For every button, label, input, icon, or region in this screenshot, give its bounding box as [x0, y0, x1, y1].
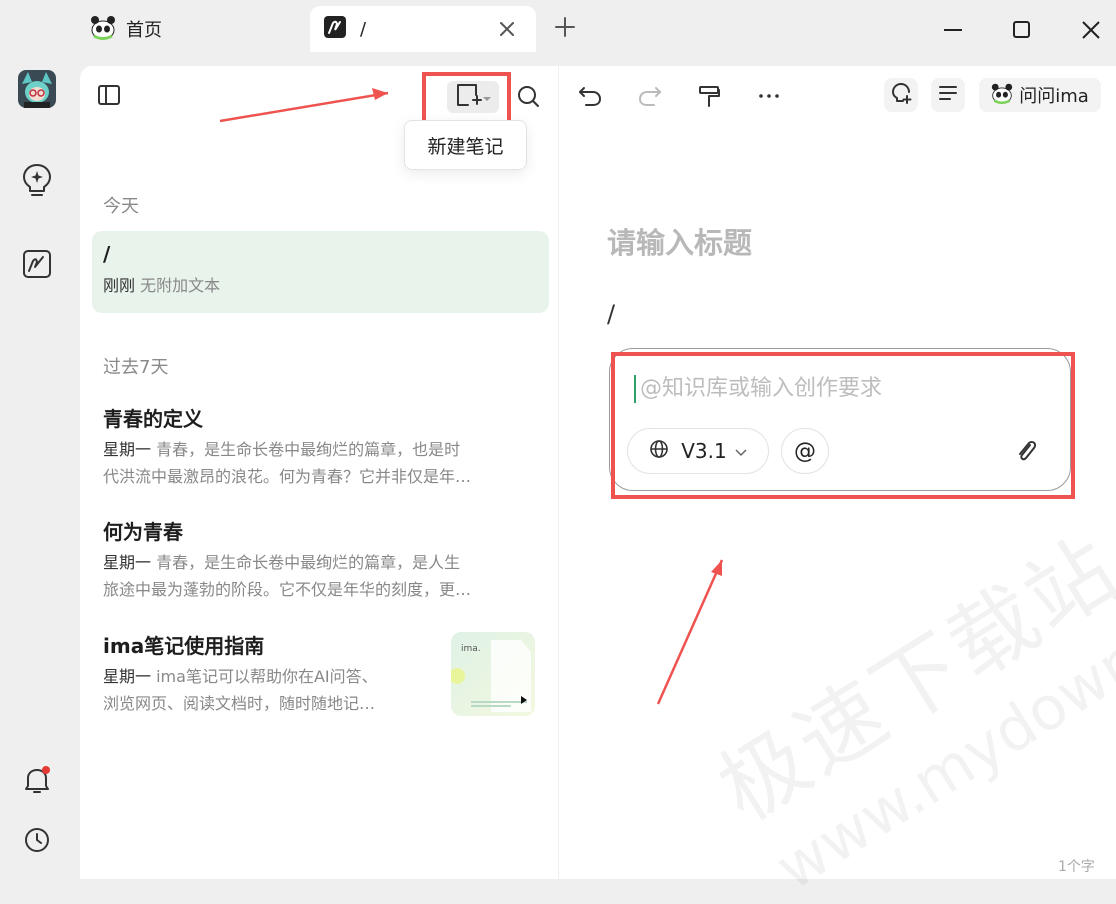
char-count: 1个字 — [1058, 859, 1095, 875]
